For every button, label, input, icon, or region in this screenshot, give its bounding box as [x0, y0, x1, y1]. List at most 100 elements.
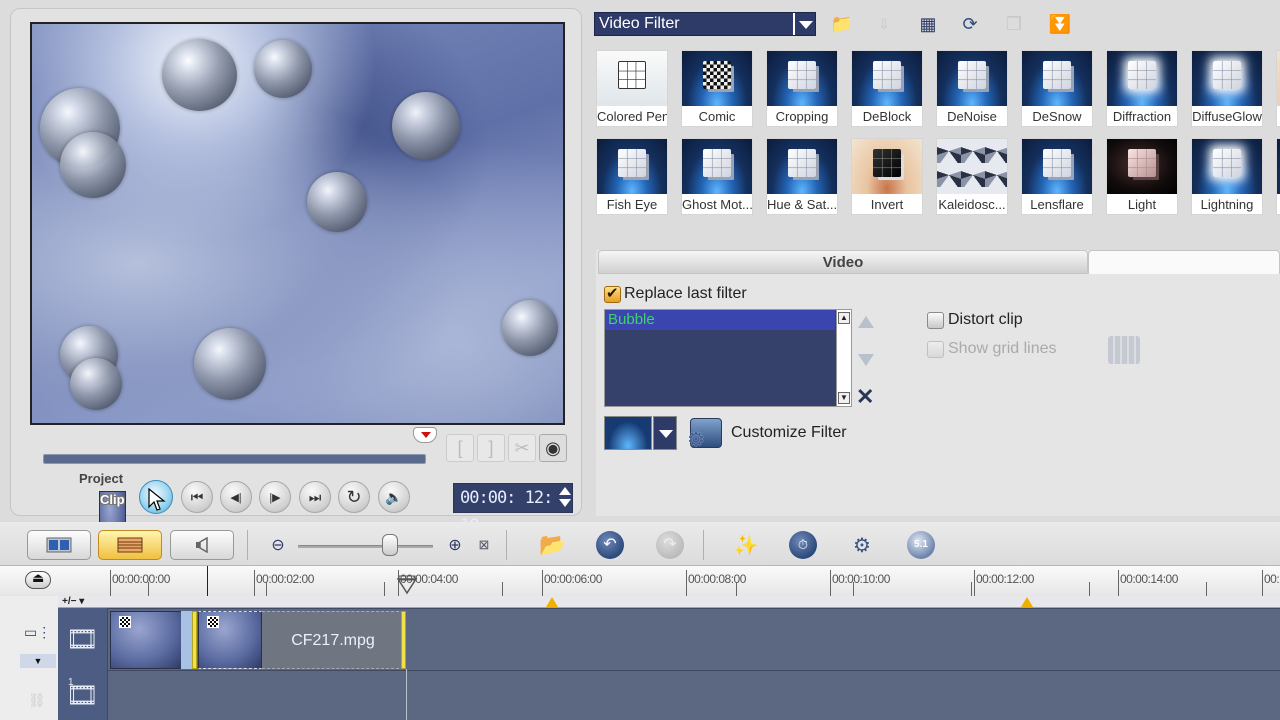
filter-thumb-denoise[interactable]: DeNoise [936, 50, 1008, 127]
storyboard-view-button[interactable] [27, 530, 91, 560]
zoom-slider-track[interactable] [298, 545, 433, 548]
mark-out-button[interactable]: ] [477, 434, 505, 462]
link-icon[interactable]: ⛓ [28, 692, 46, 709]
timeline-toolbar: ⊖ ⊕ ⊠ 📂 ↶ ↷ ✨ ⏱ ⚙ 5.1 [0, 522, 1280, 566]
end-button[interactable]: ⏭ [299, 481, 331, 513]
undo-icon[interactable]: ↶ [594, 530, 626, 560]
trim-marker-icon[interactable] [396, 575, 418, 595]
timeline-view-button[interactable] [98, 530, 162, 560]
tab-attribute[interactable] [1088, 250, 1280, 274]
bubble-effect [60, 132, 126, 198]
filter-thumb-desnow[interactable]: DeSnow [1021, 50, 1093, 127]
filter-thumb-ghost-motion[interactable]: Ghost Mot... [681, 138, 753, 215]
expand-track-icon[interactable]: ▼ [20, 654, 56, 668]
folder-open-icon[interactable]: 📁 [828, 10, 856, 38]
insert-media-icon[interactable]: 📂 [537, 530, 569, 560]
volume-button[interactable]: 🔈 [378, 481, 410, 513]
customize-filter-icon[interactable] [687, 418, 722, 452]
tab-video[interactable]: Video [598, 250, 1088, 274]
auto-music-icon[interactable]: ⚙ [846, 530, 878, 560]
overlay-track-lane[interactable] [108, 670, 1280, 720]
spin-down-icon[interactable] [559, 499, 571, 507]
applied-filters-list[interactable]: Bubble ▲ ▼ [604, 309, 852, 407]
view-options-icon[interactable]: ▦ [914, 10, 942, 38]
scissors-icon[interactable]: ✂ [508, 434, 536, 462]
filter-thumb-fish-eye[interactable]: Fish Eye [596, 138, 668, 215]
filter-thumb-hue-saturation[interactable]: Hue & Sat... [766, 138, 838, 215]
timecode-spinner[interactable] [559, 487, 571, 511]
expand-icon[interactable]: ⏬ [1046, 10, 1074, 38]
zoom-slider-thumb[interactable] [382, 534, 398, 556]
project-mode-label[interactable]: Project [79, 471, 123, 486]
home-button[interactable]: ⏮ [181, 481, 213, 513]
filter-thumb-lightning[interactable]: Lightning [1191, 138, 1263, 215]
filter-thumb-light[interactable]: Light [1106, 138, 1178, 215]
filter-thumb-diffuseglow[interactable]: DiffuseGlow [1191, 50, 1263, 127]
filter-thumb-kaleidoscope[interactable]: Kaleidosc... [936, 138, 1008, 215]
library-manager-icon[interactable]: ❐ [1000, 10, 1028, 38]
scrubber-track[interactable] [43, 454, 426, 464]
scrubber-handle[interactable] [413, 427, 437, 443]
enlarge-preview-icon[interactable]: ◉ [539, 434, 567, 462]
replace-last-filter-checkbox[interactable] [604, 284, 621, 303]
filter-thumb-partial[interactable] [1276, 50, 1280, 127]
filter-thumb-invert[interactable]: Invert [851, 138, 923, 215]
filter-thumb-cropping[interactable]: Cropping [766, 50, 838, 127]
timeline-ruler[interactable]: 00:00:00:00 00:00:02:00 00:00:04:00 00:0… [0, 566, 1280, 596]
scroll-down-icon[interactable]: ▼ [838, 392, 850, 404]
ruler-label: 00:00:14:00 [1120, 572, 1178, 586]
filter-preset-thumbnail[interactable] [604, 416, 652, 450]
import-icon[interactable]: ⟳ [956, 10, 984, 38]
show-grid-lines-checkbox[interactable] [927, 341, 944, 358]
smart-proxy-icon[interactable]: ✨ [730, 530, 762, 560]
filter-preview [767, 51, 837, 106]
clip-name-label[interactable]: CF217.mpg [262, 611, 404, 669]
filter-thumb-diffraction[interactable]: Diffraction [1106, 50, 1178, 127]
library-category-value: Video Filter [599, 15, 680, 32]
library-category-dropdown[interactable]: Video Filter [594, 12, 816, 36]
surround-sound-icon[interactable]: 5.1 [905, 530, 937, 560]
track-manager-icon[interactable]: ▭⋮ [24, 624, 51, 641]
clip-trim-handle[interactable] [192, 611, 197, 669]
filter-thumb-lensflare[interactable]: Lensflare [1021, 138, 1093, 215]
add-remove-track-menu[interactable]: +/− ▾ [58, 596, 108, 608]
cue-marker[interactable] [546, 597, 558, 607]
zoom-in-icon[interactable]: ⊕ [439, 530, 471, 560]
customize-filter-button[interactable]: Customize Filter [731, 424, 847, 442]
list-scrollbar[interactable]: ▲ ▼ [836, 310, 851, 406]
scroll-up-icon[interactable]: ▲ [838, 312, 850, 324]
next-frame-button[interactable]: |▶ [259, 481, 291, 513]
mark-in-button[interactable]: [ [446, 434, 474, 462]
batch-convert-icon[interactable]: ⏱ [787, 530, 819, 560]
remove-filter-icon[interactable]: ✕ [856, 384, 874, 410]
sort-icon[interactable]: ⇩ [870, 10, 898, 38]
spin-up-icon[interactable] [559, 487, 571, 495]
eject-icon[interactable] [25, 570, 51, 589]
grid-settings-icon[interactable] [1108, 336, 1140, 364]
zoom-out-icon[interactable]: ⊖ [262, 530, 294, 560]
clip-trim-handle[interactable] [401, 611, 406, 669]
distort-clip-checkbox[interactable] [927, 312, 944, 329]
applied-filter-item[interactable]: Bubble [605, 310, 835, 330]
video-clip[interactable] [110, 611, 182, 669]
redo-icon[interactable]: ↷ [654, 530, 686, 560]
cue-marker[interactable] [1021, 597, 1033, 607]
filter-label: Hue & Sat... [767, 197, 837, 212]
chevron-down-icon[interactable] [793, 13, 815, 35]
audio-view-button[interactable] [170, 530, 234, 560]
filter-thumb-partial[interactable] [1276, 138, 1280, 215]
previous-frame-button[interactable]: ◀| [220, 481, 252, 513]
video-clip-selected[interactable] [198, 611, 262, 669]
move-filter-down-icon[interactable] [858, 354, 874, 366]
fit-project-icon[interactable]: ⊠ [468, 530, 500, 560]
preset-dropdown-icon[interactable] [653, 416, 677, 450]
overlay-track-icon[interactable]: 🎞 1 [58, 670, 108, 720]
repeat-button[interactable]: ↻ [338, 481, 370, 513]
filter-thumb-colored-pen[interactable]: Colored Pen [596, 50, 668, 127]
filter-thumb-deblock[interactable]: DeBlock [851, 50, 923, 127]
cue-marker-bar[interactable] [58, 596, 1280, 608]
timecode-field[interactable]: 00:00: 12: 18 [453, 483, 573, 536]
move-filter-up-icon[interactable] [858, 316, 874, 328]
filter-thumb-comic[interactable]: Comic [681, 50, 753, 127]
video-track-icon[interactable]: 🎞 [58, 608, 108, 670]
